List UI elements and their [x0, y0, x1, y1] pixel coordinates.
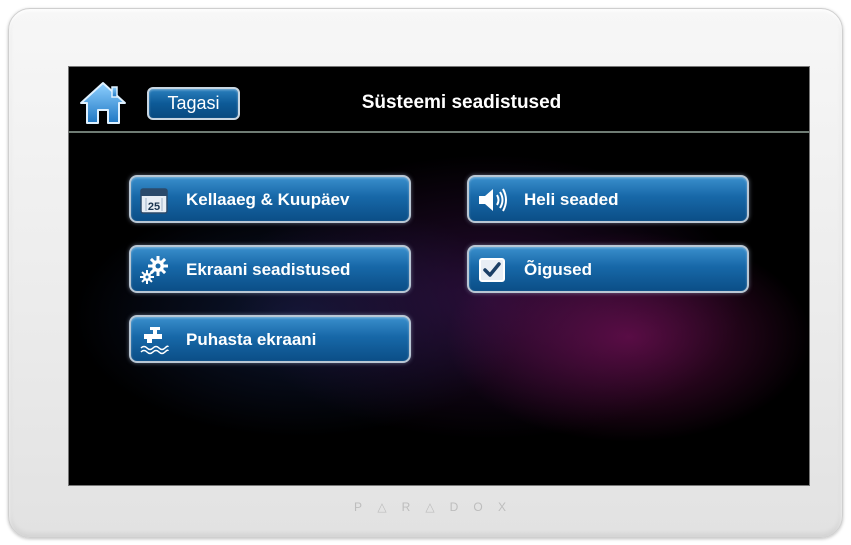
- brand-letter: X: [497, 500, 506, 514]
- brand-letter: D: [449, 500, 459, 514]
- page-title: Süsteemi seadistused: [361, 92, 562, 113]
- brand-letter: △: [425, 500, 435, 514]
- header-bar: Tagasi Süsteemi seadistused: [69, 67, 809, 133]
- faucet-icon: [138, 324, 170, 356]
- brand-letter: P: [353, 500, 362, 514]
- home-icon: [80, 82, 126, 124]
- display-settings-label: Ekraani seadistused: [186, 260, 351, 279]
- brand-letter: △: [377, 500, 387, 514]
- checkbox-icon: [476, 254, 508, 286]
- back-button[interactable]: Tagasi: [147, 87, 240, 120]
- rights-label: Õigused: [524, 260, 593, 279]
- clean-screen-label: Puhasta ekraani: [186, 330, 317, 349]
- calendar-icon: 25: [138, 184, 170, 216]
- home-button[interactable]: [79, 81, 127, 125]
- sound-settings-button[interactable]: Heli seaded: [467, 175, 749, 223]
- brand-letter: R: [401, 500, 411, 514]
- datetime-label: Kellaaeg & Kuupäev: [186, 190, 350, 209]
- svg-text:25: 25: [148, 201, 160, 213]
- display-settings-button[interactable]: Ekraani seadistused: [129, 245, 411, 293]
- brand-letter: O: [473, 500, 483, 514]
- datetime-button[interactable]: 25 Kellaaeg & Kuupäev: [129, 175, 411, 223]
- sound-settings-label: Heli seaded: [524, 190, 619, 209]
- rights-button[interactable]: Õigused: [467, 245, 749, 293]
- brand-logo: P △ R △ D O X: [330, 500, 530, 520]
- speaker-icon: [476, 184, 508, 216]
- touch-screen: Tagasi Süsteemi seadistused 25 Kellaaeg …: [69, 67, 809, 485]
- gears-icon: [138, 254, 170, 286]
- keypad-device: Tagasi Süsteemi seadistused 25 Kellaaeg …: [8, 8, 843, 538]
- clean-screen-button[interactable]: Puhasta ekraani: [129, 315, 411, 363]
